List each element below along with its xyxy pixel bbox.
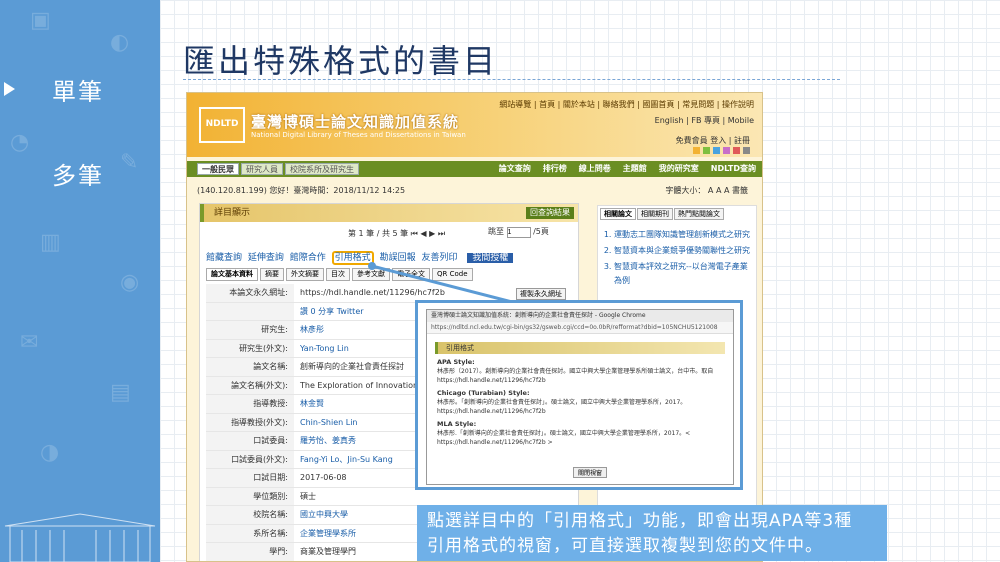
decor-icon: ◔ xyxy=(10,130,30,155)
apa-citation[interactable]: APA Style: 林彥彤（2017）。創新導向的企業社會責任探討。國立中興大學… xyxy=(437,358,723,385)
citation-window: 臺灣博碩士論文知識加值系統：創新導向的企業社會責任探討 - Google Chr… xyxy=(426,309,734,485)
list-item[interactable]: 運動志工團隊知識管理創新模式之研究 xyxy=(614,228,752,242)
library-building-icon xyxy=(0,512,160,562)
site-header: NDLTD 臺灣博碩士論文知識加值系統 National Digital Lib… xyxy=(187,93,762,157)
page-jump-input[interactable] xyxy=(506,227,531,238)
detail-panel-header: 詳目顯示 回查詢結果 xyxy=(200,204,578,222)
citation-heading: 引用格式 xyxy=(435,342,725,354)
holdings-link[interactable]: 館藏查詢 xyxy=(206,253,242,263)
bookmark-link[interactable]: 書籤 xyxy=(732,186,748,195)
citation-window-title: 臺灣博碩士論文知識加值系統：創新導向的企業社會責任探討 - Google Chr… xyxy=(427,310,733,322)
site-logo[interactable]: NDLTD xyxy=(199,107,245,143)
interlibrary-link[interactable]: 館際合作 xyxy=(290,253,326,263)
nav-my-lab[interactable]: 我的研究室 xyxy=(659,163,699,175)
citation-window-url: https://ndltd.ncl.edu.tw/cgi-bin/gs32/gs… xyxy=(427,322,733,334)
page-jump: 跳至 /5頁 xyxy=(488,226,549,238)
share-buttons[interactable]: 讚 0 分享 Twitter xyxy=(294,306,364,317)
sidebar-item-multiple[interactable]: 多筆 xyxy=(52,156,104,191)
tab-researcher[interactable]: 研究人員 xyxy=(241,163,283,175)
top-links[interactable]: 網站導覽 | 首頁 | 關於本站 | 聯絡我們 | 國圖首頁 | 常見問題 | … xyxy=(499,99,754,110)
active-pointer-icon xyxy=(4,82,15,96)
list-item[interactable]: 智慧資本評效之研究--以台灣電子產業為例 xyxy=(614,260,752,288)
errata-link[interactable]: 勘誤回報 xyxy=(380,253,416,263)
site-name-en: National Digital Library of Theses and D… xyxy=(251,131,466,139)
title-divider xyxy=(183,79,840,80)
citation-format-link[interactable]: 引用格式 xyxy=(331,251,374,265)
tab-toc[interactable]: 目次 xyxy=(326,268,350,281)
list-item[interactable]: 智慧資本與企業競爭優勢關聯性之研究 xyxy=(614,244,752,258)
decor-icon: ◉ xyxy=(120,270,140,295)
visitor-info: (140.120.81.199) 您好！臺灣時間：2018/11/12 14:2… xyxy=(197,186,406,195)
copy-permalink-button[interactable]: 複製永久網址 xyxy=(516,288,566,300)
slide-sidebar: ▣ ◐ ◔ ✎ ▥ ◉ ✉ ▤ ◑ 單筆 多筆 xyxy=(0,0,160,562)
mla-citation[interactable]: MLA Style: 林彥彤.「創新導向的企業社會責任探討」。碩士論文，國立中興大… xyxy=(437,420,723,447)
decor-icon: ▣ xyxy=(30,8,51,33)
slide-caption: 點選詳目中的「引用格式」功能，即會出現APA等3種 引用格式的視窗，可直接選取複… xyxy=(417,505,887,561)
close-window-button[interactable]: 關閉視窗 xyxy=(573,467,608,478)
tab-qrcode[interactable]: QR Code xyxy=(432,268,473,281)
decor-icon: ▤ xyxy=(110,380,131,405)
action-bar: 館藏查詢 延伸查詢 館際合作 引用格式 勘誤回報 友善列印 我間授權 xyxy=(206,250,516,265)
tab-fulltext[interactable]: 電子全文 xyxy=(392,268,430,281)
tab-abstract-en[interactable]: 外文摘要 xyxy=(286,268,324,281)
chicago-citation[interactable]: Chicago (Turabian) Style: 林彥彤。「創新導向的企業社會責… xyxy=(437,389,723,416)
slide-title: 匯出特殊格式的書目 xyxy=(183,42,499,80)
record-pager[interactable]: 第 1 筆 / 共 5 筆 ⏮ ◀ ▶ ⏭ xyxy=(348,228,445,239)
nav-ndltd-search[interactable]: NDLTD查詢 xyxy=(711,163,756,175)
tab-general[interactable]: 一般民眾 xyxy=(197,163,239,175)
tab-school[interactable]: 校院系所及研究生 xyxy=(285,163,359,175)
tab-references[interactable]: 參考文獻 xyxy=(352,268,390,281)
tab-basic-info[interactable]: 論文基本資料 xyxy=(206,268,258,281)
decor-icon: ◐ xyxy=(110,30,130,55)
related-list: 運動志工團隊知識管理創新模式之研究 智慧資本與企業競爭優勢關聯性之研究 智慧資本… xyxy=(614,228,752,288)
font-size-control: 字體大小： A A A 書籤 xyxy=(665,186,748,195)
font-large-button[interactable]: A xyxy=(724,186,729,195)
tab-popular-theses[interactable]: 熱門點閱論文 xyxy=(674,208,724,220)
tab-related-theses[interactable]: 相關論文 xyxy=(600,208,636,220)
detail-subtabs: 論文基本資料 摘要 外文摘要 目次 參考文獻 電子全文 QR Code xyxy=(206,268,473,281)
nav-thesis-search[interactable]: 論文查詢 xyxy=(499,163,531,175)
nav-survey[interactable]: 線上問卷 xyxy=(579,163,611,175)
font-small-button[interactable]: A xyxy=(708,186,713,195)
nav-topics[interactable]: 主題館 xyxy=(623,163,647,175)
font-medium-button[interactable]: A xyxy=(716,186,721,195)
table-row: 學位類別: 碩士 xyxy=(206,487,574,506)
member-links[interactable]: 免費會員 登入 | 註冊 xyxy=(676,135,750,146)
tab-related-journals[interactable]: 相關期刊 xyxy=(637,208,673,220)
print-link[interactable]: 友善列印 xyxy=(421,253,457,263)
sidebar-item-single[interactable]: 單筆 xyxy=(52,72,104,107)
authorize-button[interactable]: 我間授權 xyxy=(467,253,514,263)
main-nav: 論文查詢 排行榜 線上問卷 主題館 我的研究室 NDLTD查詢 xyxy=(499,163,756,175)
theme-swatches[interactable] xyxy=(693,147,750,154)
language-links[interactable]: English | FB 專頁 | Mobile xyxy=(655,115,754,126)
back-to-results-button[interactable]: 回查詢結果 xyxy=(526,207,574,219)
decor-icon: ✉ xyxy=(20,330,39,355)
site-name: 臺灣博碩士論文知識加值系統 xyxy=(251,113,460,131)
decor-icon: ◑ xyxy=(40,440,60,465)
tab-abstract[interactable]: 摘要 xyxy=(260,268,284,281)
decor-icon: ✎ xyxy=(120,150,139,175)
extended-search-link[interactable]: 延伸查詢 xyxy=(248,253,284,263)
nav-ranking[interactable]: 排行榜 xyxy=(543,163,567,175)
related-tabs: 相關論文 相關期刊 熱門點閱論文 xyxy=(598,206,756,222)
decor-icon: ▥ xyxy=(40,230,61,255)
citation-popup-callout: 臺灣博碩士論文知識加值系統：創新導向的企業社會責任探討 - Google Chr… xyxy=(415,300,743,490)
site-navbar: 一般民眾 研究人員 校院系所及研究生 論文查詢 排行榜 線上問卷 主題館 我的研… xyxy=(187,161,762,177)
